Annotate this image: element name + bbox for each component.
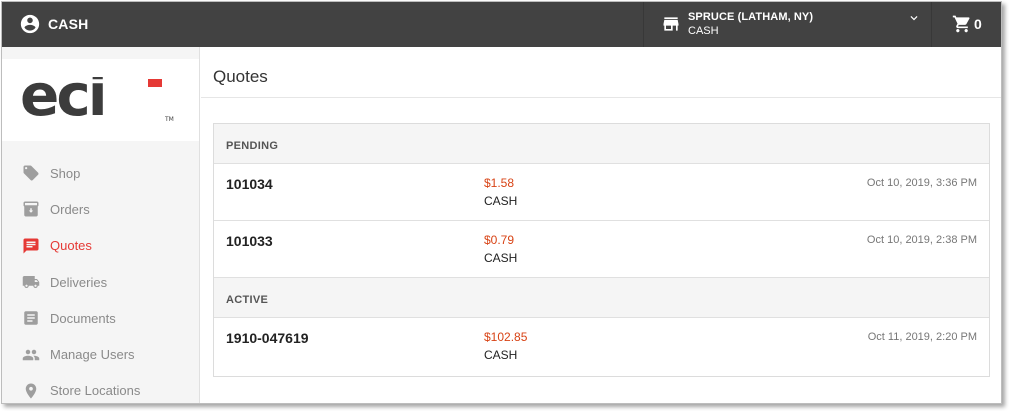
quote-row[interactable]: 1910-047619 $102.85 CASH Oct 11, 2019, 2… [214,318,989,375]
section-header-active: ACTIVE [214,278,989,318]
chevron-down-icon[interactable] [907,11,921,25]
document-icon [24,311,38,326]
store-icon [663,17,679,31]
cart-button[interactable]: 0 [952,14,982,34]
sidebar-item-store-locations[interactable]: Store Locations [2,373,199,403]
quote-id: 101033 [226,233,273,249]
sidebar-item-label: Orders [50,201,90,217]
sidebar-item-quotes[interactable]: Quotes [2,228,199,264]
sidebar-item-label: Shop [50,165,81,181]
svg-text:eci: eci [20,77,105,125]
sidebar-item-label: Store Locations [50,383,141,399]
store-name: SPRUCE (LATHAM, NY) [688,11,814,23]
sidebar-item-label: Documents [50,310,116,326]
store-account: CASH [688,25,719,37]
quote-date: Oct 10, 2019, 3:36 PM [866,177,977,189]
quotes-list: PENDING 101034 $1.58 CASH Oct 10, 2019, … [213,123,990,377]
divider [201,97,1001,98]
quote-account: CASH [484,251,518,265]
quote-amount: $0.79 [484,233,515,247]
app-window: CASH SPRUCE (LATHAM, NY) CASH 0 eci TM S… [1,1,1002,404]
quote-row[interactable]: 101034 $1.58 CASH Oct 10, 2019, 3:36 PM [214,164,989,221]
page-title: Quotes [213,67,268,86]
eci-logo: eci TM [20,77,174,125]
account-circle-icon [19,13,41,35]
tag-icon [23,165,39,181]
cart-count: 0 [974,16,982,32]
sidebar-item-deliveries[interactable]: Deliveries [2,264,199,300]
quote-id: 101034 [226,176,273,192]
shopping-cart-icon [952,14,972,34]
logo-area[interactable]: eci TM [2,59,199,141]
sidebar-item-label: Quotes [50,238,92,254]
section-header-pending: PENDING [214,124,989,164]
sidebar-item-documents[interactable]: Documents [2,300,199,336]
quote-row[interactable]: 101033 $0.79 CASH Oct 10, 2019, 2:38 PM [214,221,989,278]
sidebar-item-manage-users[interactable]: Manage Users [2,336,199,372]
truck-icon [22,276,40,289]
quote-account: CASH [484,194,518,208]
quote-date: Oct 10, 2019, 2:38 PM [866,234,977,246]
quote-account: CASH [484,348,518,362]
main-content: Quotes PENDING 101034 $1.58 CASH Oct 10,… [201,47,1001,403]
svg-text:TM: TM [164,116,174,123]
location-pin-icon [25,383,37,399]
sidebar-item-orders[interactable]: Orders [2,191,199,227]
sidebar-nav: Shop Orders Quotes Deliveries Documents … [2,155,199,403]
account-name: CASH [48,16,89,32]
archive-box-icon [23,201,39,217]
sidebar-item-label: Manage Users [50,347,135,363]
store-selector[interactable]: SPRUCE (LATHAM, NY) CASH [643,2,932,47]
quote-amount: $102.85 [484,330,528,344]
quote-amount: $1.58 [484,176,515,190]
sidebar: eci TM Shop Orders Quotes Deliveries Doc… [2,47,200,403]
quote-id: 1910-047619 [226,330,309,346]
account-menu[interactable]: CASH [19,13,88,35]
sidebar-item-shop[interactable]: Shop [2,155,199,191]
users-icon [22,349,40,360]
chat-bubble-icon [23,238,39,254]
top-bar: CASH SPRUCE (LATHAM, NY) CASH 0 [2,2,1001,47]
quote-date: Oct 11, 2019, 2:20 PM [867,331,977,343]
sidebar-item-label: Deliveries [50,274,108,290]
